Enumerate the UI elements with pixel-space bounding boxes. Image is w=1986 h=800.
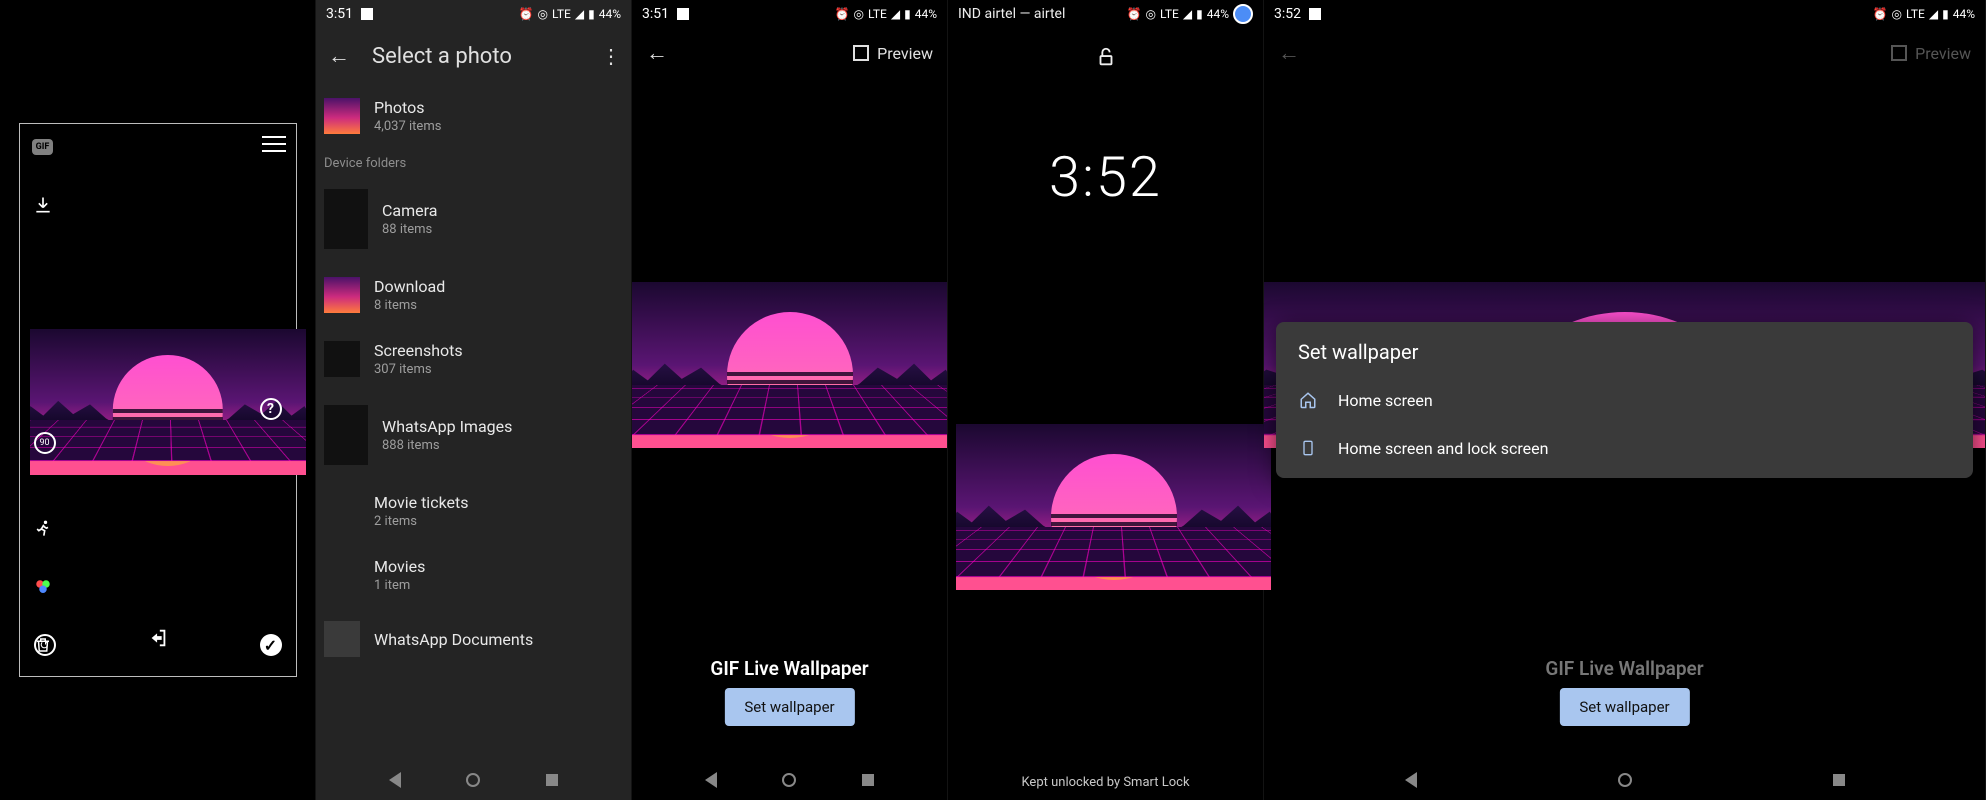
carrier-label: IND airtel — airtel xyxy=(958,6,1065,22)
status-bar: 3:52 ⏰◎LTE◢▮44% xyxy=(1264,0,1985,28)
section-label: Device folders xyxy=(316,148,631,175)
folder-photos[interactable]: Photos4,037 items xyxy=(316,84,631,148)
checkbox-icon xyxy=(1891,45,1907,61)
rotate-icon[interactable]: 90 xyxy=(34,432,56,454)
gif-editor-frame: GIF ? 90 ↺ ✓ xyxy=(19,123,297,677)
avatar-icon[interactable] xyxy=(1233,4,1253,24)
folder-whatsapp-docs[interactable]: WhatsApp Documents xyxy=(316,607,631,671)
page-title: Select a photo xyxy=(372,44,579,69)
sheet-title: Set wallpaper xyxy=(1276,340,1973,376)
battery-pct: 44% xyxy=(599,7,621,21)
nav-recent-icon[interactable] xyxy=(1833,774,1845,786)
status-bar: 3:51 ⏰ ◎ LTE ◢ ▮ 44% xyxy=(316,0,631,28)
set-wallpaper-sheet: Set wallpaper Home screen Home screen an… xyxy=(1276,322,1973,478)
nav-recent-icon[interactable] xyxy=(862,774,874,786)
nav-back-icon[interactable] xyxy=(389,772,401,788)
set-wallpaper-button[interactable]: Set wallpaper xyxy=(724,688,854,726)
wallpaper-preview xyxy=(632,282,947,448)
status-bar: 3:51 ⏰◎LTE◢▮44% xyxy=(632,0,947,28)
phone-icon xyxy=(1298,438,1318,458)
exit-icon[interactable] xyxy=(147,627,169,654)
notif-icon xyxy=(1309,8,1321,20)
folder-thumb xyxy=(324,189,368,249)
net-label: LTE xyxy=(552,7,571,21)
system-nav xyxy=(1264,760,1985,800)
download-icon[interactable] xyxy=(30,192,56,218)
option-home-screen[interactable]: Home screen xyxy=(1276,376,1973,424)
nav-home-icon[interactable] xyxy=(782,773,796,787)
history-icon[interactable]: ↺ xyxy=(34,634,56,656)
nav-back-icon[interactable] xyxy=(1405,772,1417,788)
folder-camera[interactable]: Camera88 items xyxy=(316,175,631,263)
folder-thumb xyxy=(324,98,360,134)
nav-recent-icon[interactable] xyxy=(546,774,558,786)
confirm-icon[interactable]: ✓ xyxy=(260,634,282,656)
set-wallpaper-button[interactable]: Set wallpaper xyxy=(1559,688,1689,726)
folder-download[interactable]: Download8 items xyxy=(316,263,631,327)
smartlock-label: Kept unlocked by Smart Lock xyxy=(948,775,1263,790)
preview-toggle[interactable]: Preview xyxy=(1891,44,1971,63)
wallpaper-title: GIF Live Wallpaper xyxy=(632,657,947,680)
nav-home-icon[interactable] xyxy=(466,773,480,787)
folder-screenshots[interactable]: Screenshots307 items xyxy=(316,327,631,391)
back-icon[interactable]: ← xyxy=(328,43,350,69)
option-home-and-lock[interactable]: Home screen and lock screen xyxy=(1276,424,1973,472)
nav-home-icon[interactable] xyxy=(1618,773,1632,787)
checkbox-icon xyxy=(853,45,869,61)
notif-icon xyxy=(677,8,689,20)
wallpaper-title: GIF Live Wallpaper xyxy=(1264,657,1985,680)
lockscreen-clock: 3:52 xyxy=(948,144,1263,210)
folder-thumb xyxy=(324,341,360,377)
signal-icon: ◢ xyxy=(575,7,584,21)
color-icon[interactable] xyxy=(30,574,56,600)
unlock-icon xyxy=(948,46,1263,74)
back-icon[interactable]: ← xyxy=(646,40,668,66)
folder-whatsapp-images[interactable]: WhatsApp Images888 items xyxy=(316,391,631,479)
folder-thumb xyxy=(324,621,360,657)
preview-toggle[interactable]: Preview xyxy=(853,44,933,63)
system-nav xyxy=(632,760,947,800)
menu-icon[interactable] xyxy=(262,136,286,152)
folder-thumb xyxy=(324,277,360,313)
home-icon xyxy=(1298,390,1318,410)
overflow-icon[interactable]: ⋮ xyxy=(601,44,619,68)
alarm-icon: ⏰ xyxy=(519,7,534,21)
folder-thumb xyxy=(324,405,368,465)
battery-icon: ▮ xyxy=(588,7,595,21)
hotspot-icon: ◎ xyxy=(538,7,548,21)
status-time: 3:51 xyxy=(326,6,353,22)
folder-movie-tickets[interactable]: Movie tickets2 items xyxy=(316,479,631,543)
help-icon[interactable]: ? xyxy=(260,398,282,420)
status-bar: IND airtel — airtel ⏰◎LTE◢▮44% xyxy=(948,0,1263,28)
notif-icon xyxy=(361,8,373,20)
back-icon[interactable]: ← xyxy=(1278,40,1300,66)
folder-movies[interactable]: Movies1 item xyxy=(316,543,631,607)
nav-back-icon[interactable] xyxy=(705,772,717,788)
run-icon[interactable] xyxy=(30,516,56,542)
system-nav xyxy=(316,760,631,800)
wallpaper-preview xyxy=(956,424,1271,590)
gif-badge[interactable]: GIF xyxy=(30,134,56,160)
